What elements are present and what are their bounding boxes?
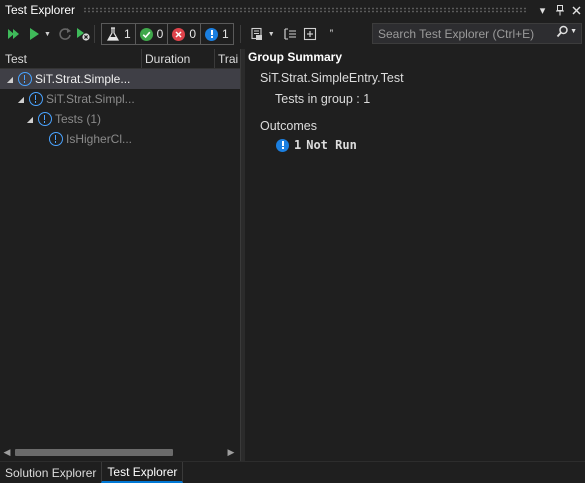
search-icon[interactable]: [556, 25, 569, 38]
not-run-info-icon: [276, 138, 289, 152]
group-summary-pane: Group Summary SiT.Strat.SimpleEntry.Test…: [246, 49, 585, 461]
tree-row-label: SiT.Strat.Simple...: [35, 72, 131, 86]
window-position-dropdown-icon[interactable]: ▾: [534, 2, 551, 19]
run-all-tests-icon[interactable]: [3, 23, 25, 45]
tree-row-namespace[interactable]: ◢ SiT.Strat.Simpl...: [0, 89, 240, 109]
tests-in-group: Tests in group : 1: [275, 92, 371, 106]
tab-solution-explorer[interactable]: Solution Explorer: [0, 462, 101, 483]
expand-collapse-icon[interactable]: ◢: [5, 75, 15, 84]
playlist-dropdown-icon[interactable]: ▼: [268, 31, 275, 38]
run-tests-icon[interactable]: [25, 23, 43, 45]
outcomes-heading: Outcomes: [260, 119, 317, 133]
close-icon[interactable]: [568, 2, 585, 19]
failed-tests-filter-button[interactable]: 0: [167, 23, 201, 45]
column-divider[interactable]: [214, 49, 215, 68]
tree-row-test[interactable]: IsHigherCl...: [0, 129, 240, 149]
not-run-tests-filter-button[interactable]: 1: [200, 23, 234, 45]
toolbar-separator: [239, 25, 241, 43]
group-name: SiT.Strat.SimpleEntry.Test: [260, 71, 404, 85]
total-tests-filter-button[interactable]: 1: [100, 23, 136, 45]
warning-icon: [49, 132, 63, 146]
failed-tests-count: 0: [189, 27, 196, 41]
tool-window-titlebar: Test Explorer ▾: [0, 0, 585, 20]
search-test-explorer-box[interactable]: Search Test Explorer (Ctrl+E) ▼: [372, 23, 582, 44]
bottom-tool-tabs: Solution Explorer Test Explorer: [0, 461, 585, 483]
failed-x-icon: [172, 27, 186, 41]
tab-test-explorer[interactable]: Test Explorer: [101, 462, 184, 483]
pane-splitter[interactable]: [240, 49, 245, 461]
not-run-info-icon: [205, 27, 218, 41]
total-tests-count: 1: [123, 27, 131, 41]
column-header-row: Test Duration Trai: [0, 49, 240, 69]
column-divider[interactable]: [141, 49, 142, 68]
horizontal-scrollbar[interactable]: ◀ ▶: [0, 445, 240, 460]
flask-icon: [106, 26, 119, 41]
scroll-left-icon[interactable]: ◀: [0, 447, 14, 458]
passed-tests-filter-button[interactable]: 0: [134, 23, 169, 45]
run-dropdown-icon[interactable]: ▼: [44, 31, 51, 38]
not-run-outcome[interactable]: 1 Not Run: [276, 138, 357, 152]
not-run-tests-count: 1: [222, 27, 229, 41]
tree-row-label: IsHigherCl...: [66, 132, 133, 146]
scroll-right-icon[interactable]: ▶: [224, 447, 238, 458]
playlist-icon[interactable]: [247, 23, 267, 45]
passed-tests-count: 0: [156, 27, 164, 41]
search-input[interactable]: Search Test Explorer (Ctrl+E): [378, 27, 534, 41]
search-options[interactable]: ▼: [556, 25, 577, 38]
cancel-run-icon[interactable]: [75, 23, 91, 45]
test-explorer-toolbar: ▼ 1 0 0 1 ▼ ‟ Search Test Explorer (Ctrl…: [0, 21, 585, 47]
tree-row-label: SiT.Strat.Simpl...: [46, 92, 135, 106]
not-run-outcome-label: Not Run: [306, 138, 357, 152]
group-summary-title: Group Summary: [248, 50, 343, 64]
column-header-duration[interactable]: Duration: [145, 52, 190, 66]
toolbar-overflow-icon[interactable]: ‟: [326, 23, 338, 45]
expand-collapse-icon[interactable]: ◢: [16, 95, 26, 104]
not-run-outcome-count: 1: [294, 138, 302, 152]
warning-icon: [29, 92, 43, 106]
search-dropdown-icon[interactable]: ▼: [570, 28, 577, 35]
scroll-thumb[interactable]: [15, 449, 173, 456]
column-header-traits[interactable]: Trai: [218, 52, 238, 66]
repeat-last-run-icon[interactable]: [55, 23, 75, 45]
column-header-test[interactable]: Test: [5, 52, 27, 66]
drag-grip[interactable]: [83, 7, 526, 13]
passed-check-icon: [139, 27, 153, 41]
toolbar-separator: [93, 25, 95, 43]
tree-row-label: Tests (1): [55, 112, 102, 126]
test-tree-pane: Test Duration Trai ◢ SiT.Strat.Simple...…: [0, 49, 240, 461]
window-title: Test Explorer: [5, 3, 76, 17]
warning-icon: [18, 72, 32, 86]
expand-collapse-icon[interactable]: ◢: [25, 115, 35, 124]
pin-icon[interactable]: [551, 2, 568, 19]
tree-row-class[interactable]: ◢ Tests (1): [0, 109, 240, 129]
expand-all-icon[interactable]: [300, 23, 320, 45]
group-by-icon[interactable]: [280, 23, 300, 45]
tree-row-project[interactable]: ◢ SiT.Strat.Simple...: [0, 69, 240, 89]
warning-icon: [38, 112, 52, 126]
